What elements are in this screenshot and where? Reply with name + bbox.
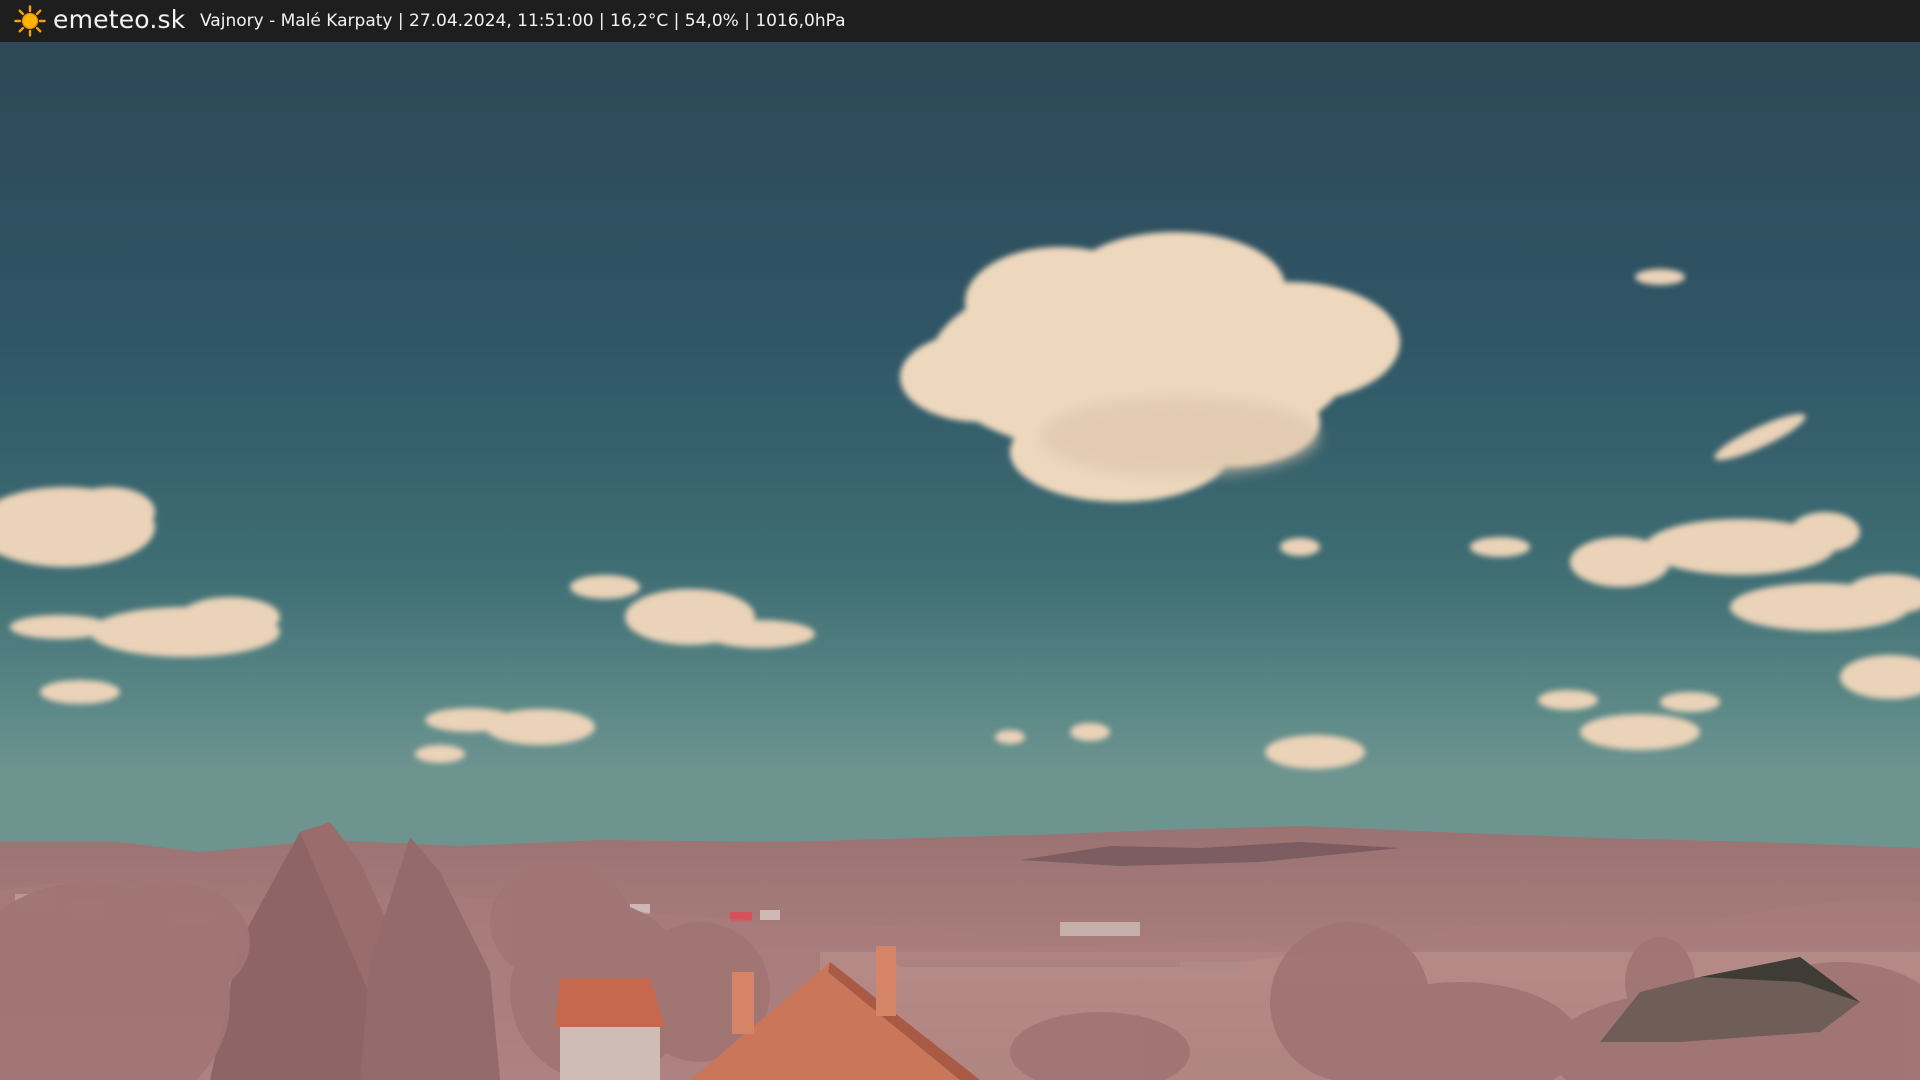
brand-name[interactable]: emeteo.sk (53, 3, 185, 37)
webcam-image (0, 42, 1920, 1080)
webcam-caption: Vajnory - Malé Karpaty | 27.04.2024, 11:… (200, 11, 846, 31)
sun-icon (14, 5, 46, 37)
top-bar: emeteo.sk Vajnory - Malé Karpaty | 27.04… (0, 0, 1920, 42)
roof-left (555, 978, 665, 1080)
sky (0, 42, 1920, 902)
